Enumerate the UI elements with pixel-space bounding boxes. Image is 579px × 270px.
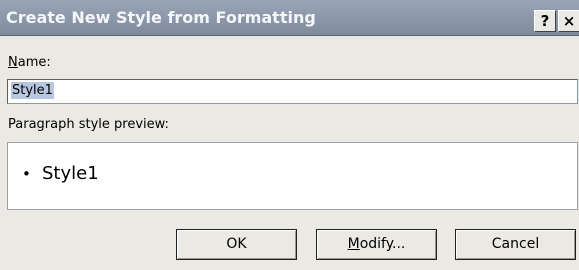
modify-rest: odify... [359,236,406,252]
title-bar[interactable]: Create New Style from Formatting ? × [0,0,579,36]
preview-text: Style1 [42,163,99,184]
name-label-accel: N [8,55,18,70]
create-style-dialog: Create New Style from Formatting ? × Nam… [0,0,579,270]
cancel-button[interactable]: Cancel [455,229,576,260]
name-label: Name: [8,55,51,70]
modify-accel: M [347,236,360,252]
name-input-value: Style1 [11,82,54,99]
dialog-title: Create New Style from Formatting [6,8,316,27]
bullet-icon: • [22,165,31,183]
close-button[interactable]: × [558,10,579,32]
ok-button[interactable]: OK [176,229,297,260]
name-label-rest: ame: [17,55,51,70]
name-input[interactable]: Style1 [7,79,578,104]
modify-button[interactable]: Modify... [316,229,437,260]
help-button[interactable]: ? [534,10,556,32]
preview-label: Paragraph style preview: [8,117,169,132]
paragraph-style-preview: • Style1 [7,142,578,210]
